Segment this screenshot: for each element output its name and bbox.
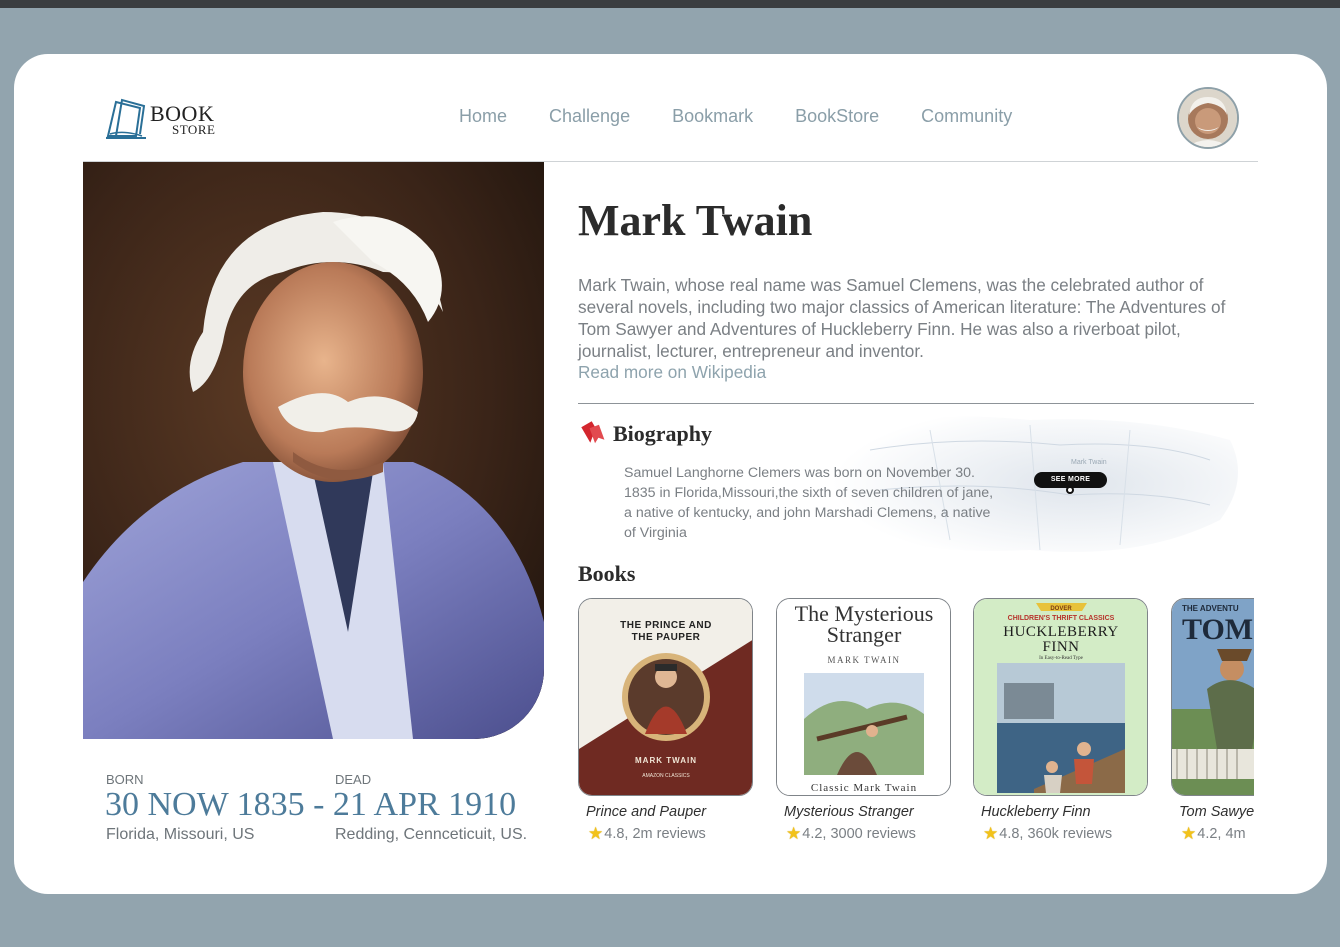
book-cover[interactable]: THE ADVENTU TOM SA [1171, 598, 1254, 796]
author-portrait [83, 162, 544, 739]
user-avatar[interactable] [1177, 87, 1239, 149]
cover-title-line1: THE ADVENTU [1182, 604, 1239, 613]
prince-pauper-cover-image: THE PRINCE AND THE PAUPER MARK TWAIN AMA… [579, 599, 752, 795]
bookmark-icon [581, 421, 605, 444]
mysterious-stranger-cover-image: The Mysterious Stranger MARK TWAIN Class… [777, 599, 950, 795]
book-card[interactable]: THE PRINCE AND THE PAUPER MARK TWAIN AMA… [578, 598, 754, 843]
book-rating: ★ 4.2, 4m [1181, 824, 1246, 844]
cover-title-line1: HUCKLEBERRY [1003, 624, 1119, 640]
star-icon: ★ [983, 824, 999, 843]
cover-author: MARK TWAIN [827, 655, 900, 665]
life-dates: 30 NOW 1835 - 21 APR 1910 [105, 786, 516, 824]
huckleberry-finn-cover-image: DOVER CHILDREN'S THRIFT CLASSICS HUCKLEB… [974, 599, 1147, 795]
dead-place: Redding, Cennceticuit, US. [335, 826, 528, 843]
nav-home[interactable]: Home [459, 106, 507, 127]
book-rating: ★ 4.2, 3000 reviews [786, 824, 916, 844]
cover-series: Classic Mark Twain [811, 782, 917, 794]
star-icon: ★ [1181, 824, 1197, 843]
born-date: 30 NOW 1835 [105, 786, 305, 823]
born-place: Florida, Missouri, US [106, 826, 255, 843]
avatar-portrait-image [1179, 89, 1237, 147]
book-cover[interactable]: DOVER CHILDREN'S THRIFT CLASSICS HUCKLEB… [973, 598, 1148, 796]
map-marker-label: Mark Twain [1071, 459, 1107, 466]
books-carousel[interactable]: THE PRINCE AND THE PAUPER MARK TWAIN AMA… [578, 598, 1254, 848]
nav-community[interactable]: Community [921, 106, 1012, 127]
book-rating-text: 4.2, 4m [1197, 826, 1246, 842]
author-name: Mark Twain [578, 196, 813, 245]
cover-title-line1: THE PRINCE AND [620, 620, 712, 631]
book-card[interactable]: The Mysterious Stranger MARK TWAIN Class… [776, 598, 952, 843]
map-pin-icon [1066, 486, 1074, 494]
author-intro: Mark Twain, whose real name was Samuel C… [578, 275, 1226, 361]
logo-text-store: STORE [172, 122, 216, 137]
biography-text: Samuel Langhorne Clemers was born on Nov… [624, 465, 994, 541]
nav-bookstore[interactable]: BookStore [795, 106, 879, 127]
intro-divider [578, 403, 1254, 404]
window-top-bar [0, 0, 1340, 8]
book-rating-text: 4.2, 3000 reviews [802, 826, 916, 842]
nav-bookmark[interactable]: Bookmark [672, 106, 753, 127]
book-title[interactable]: Prince and Pauper [586, 804, 706, 820]
mark-twain-portrait-image [83, 162, 544, 739]
cover-series: AMAZON CLASSICS [642, 773, 690, 779]
cover-series: CHILDREN'S THRIFT CLASSICS [1008, 615, 1115, 622]
book-card[interactable]: DOVER CHILDREN'S THRIFT CLASSICS HUCKLEB… [973, 598, 1149, 843]
star-icon: ★ [786, 824, 802, 843]
book-card[interactable]: THE ADVENTU TOM SA Tom Sawyer ★ 4.2, 4m [1171, 598, 1254, 843]
wikipedia-link[interactable]: Read more on Wikipedia [578, 362, 766, 383]
book-cover[interactable]: THE PRINCE AND THE PAUPER MARK TWAIN AMA… [578, 598, 753, 796]
cover-title-line2: THE PAUPER [632, 632, 701, 643]
born-label: BORN [106, 772, 144, 787]
cover-author: MARK TWAIN [635, 756, 697, 765]
dead-date: 21 APR 1910 [332, 786, 517, 823]
cover-title-line2: TOM SA [1182, 613, 1254, 646]
cover-title-line2: FINN [1042, 639, 1079, 655]
biography-title: Biography [613, 421, 713, 446]
main-nav: Home Challenge Bookmark BookStore Commun… [459, 106, 1012, 127]
dead-label: DEAD [335, 772, 372, 787]
dates-separator: - [304, 786, 333, 823]
cover-publisher: DOVER [1050, 606, 1072, 612]
book-title[interactable]: Huckleberry Finn [981, 804, 1091, 820]
nav-challenge[interactable]: Challenge [549, 106, 630, 127]
book-rating: ★ 4.8, 2m reviews [588, 824, 706, 844]
book-cover[interactable]: The Mysterious Stranger MARK TWAIN Class… [776, 598, 951, 796]
book-rating: ★ 4.8, 360k reviews [983, 824, 1112, 844]
book-rating-text: 4.8, 2m reviews [604, 826, 706, 842]
book-rating-text: 4.8, 360k reviews [999, 826, 1113, 842]
books-title: Books [578, 561, 636, 586]
book-title[interactable]: Mysterious Stranger [784, 804, 914, 820]
star-icon: ★ [588, 824, 604, 843]
cover-title-line2: Stranger [827, 622, 902, 647]
cover-author: In Easy-to-Read Type [1039, 656, 1083, 661]
book-title[interactable]: Tom Sawyer [1179, 804, 1254, 820]
tom-sawyer-cover-image: THE ADVENTU TOM SA [1172, 599, 1254, 795]
